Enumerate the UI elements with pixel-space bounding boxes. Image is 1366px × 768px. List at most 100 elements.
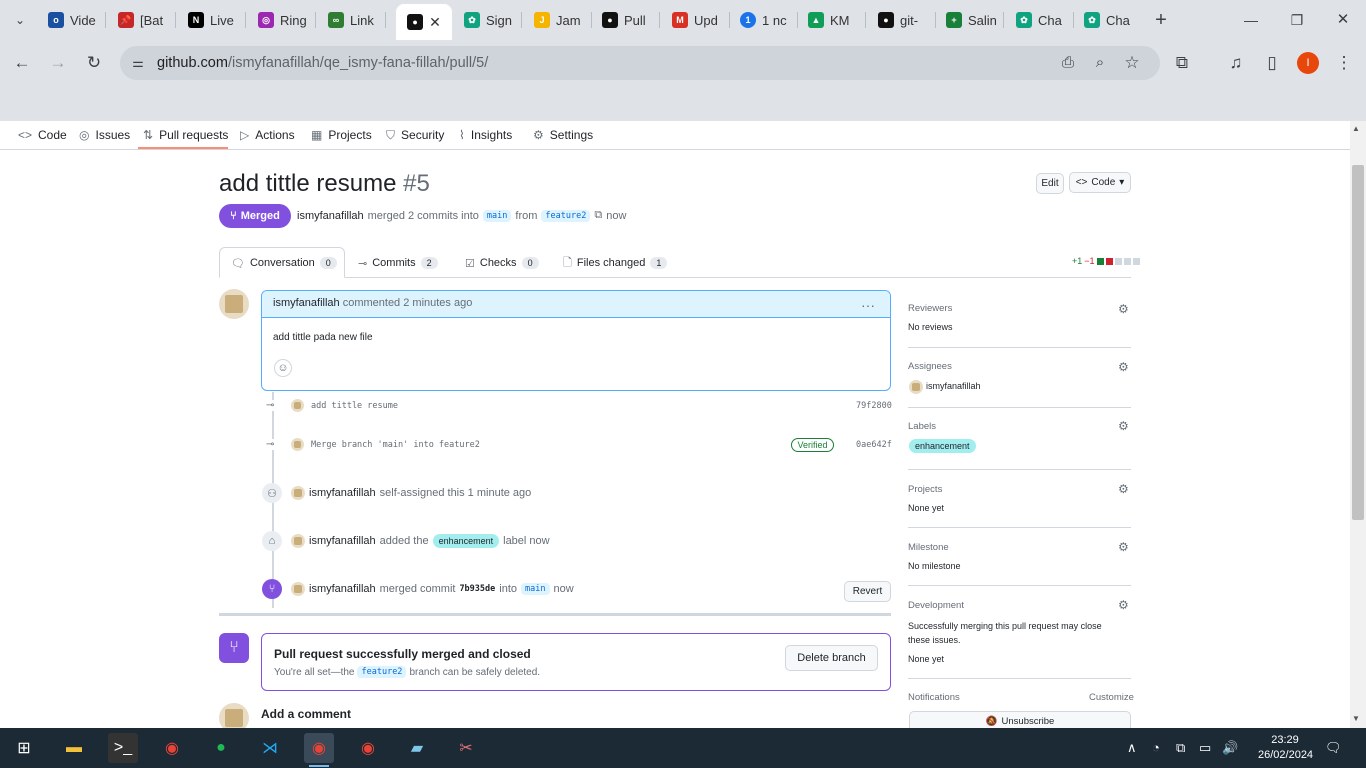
close-window-icon[interactable]: ✕ [1331, 8, 1355, 32]
side-panel-icon[interactable]: ▯ [1260, 51, 1284, 75]
browser-tab[interactable]: ◎ Ring [258, 8, 310, 32]
nav-pull-requests[interactable]: ⇅ Pull requests [143, 125, 228, 145]
merge-commit-sha[interactable]: 7b935de [459, 584, 495, 594]
revert-button[interactable]: Revert [844, 581, 891, 602]
battery-icon[interactable]: ▭ [1199, 740, 1211, 756]
avatar[interactable] [219, 289, 249, 319]
nav-actions[interactable]: ▷ Actions [240, 125, 295, 145]
tab-checks[interactable]: ☑ Checks 0 [465, 255, 539, 271]
browser-tab[interactable]: ● Pull [602, 8, 654, 32]
chrome-icon[interactable]: ◉ [157, 733, 187, 763]
spotify-icon[interactable]: ● [206, 733, 236, 763]
back-arrow-icon[interactable]: ← [10, 51, 34, 75]
label-badge[interactable]: enhancement [432, 534, 500, 548]
event-user[interactable]: ismyfanafillah [309, 583, 376, 595]
volume-icon[interactable]: 🔊 [1222, 740, 1238, 756]
gear-icon[interactable]: ⚙ [1118, 540, 1129, 554]
browser-tab[interactable]: + Salin [946, 8, 998, 32]
gear-icon[interactable]: ⚙ [1118, 598, 1129, 612]
chrome-profile-icon[interactable]: ◉ [304, 733, 334, 763]
notepad-icon[interactable]: ▰ [402, 733, 432, 763]
browser-tab[interactable]: ▲ KM [808, 8, 860, 32]
browser-tab[interactable]: M Upd [672, 8, 724, 32]
browser-tab[interactable]: ∞ Link [328, 8, 380, 32]
avatar[interactable] [291, 582, 305, 596]
close-tab-icon[interactable]: ✕ [429, 14, 441, 31]
nav-projects[interactable]: ▦ Projects [311, 125, 372, 145]
scrollbar-thumb[interactable] [1352, 165, 1364, 520]
avatar[interactable] [909, 380, 923, 394]
tab-search-chevron-icon[interactable]: ⌄ [8, 8, 32, 32]
sidebar-milestone-title[interactable]: Milestone [908, 542, 949, 553]
tab-files-changed[interactable]: 🗋 Files changed 1 [563, 255, 668, 271]
snipping-tool-icon[interactable]: ✂ [451, 733, 481, 763]
sidebar-development-title[interactable]: Development [908, 600, 964, 611]
gear-icon[interactable]: ⚙ [1118, 482, 1129, 496]
nav-settings[interactable]: ⚙ Settings [533, 125, 593, 145]
customize-link[interactable]: Customize [1089, 692, 1134, 703]
gear-icon[interactable]: ⚙ [1118, 360, 1129, 374]
extensions-puzzle-icon[interactable]: ⧉ [1170, 51, 1194, 75]
wifi-icon[interactable]: ◔ [1152, 740, 1160, 755]
avatar[interactable] [291, 534, 305, 548]
browser-tab-active[interactable]: ● ✕ [396, 4, 452, 40]
bookmark-star-icon[interactable]: ☆ [1120, 51, 1144, 75]
base-branch[interactable]: main [482, 209, 512, 222]
nav-issues[interactable]: ◎ Issues [79, 125, 130, 145]
vscode-icon[interactable]: ⋊ [255, 733, 285, 763]
avatar[interactable] [291, 399, 304, 412]
notification-center-icon[interactable]: 🗨 [1325, 740, 1342, 756]
commit-sha[interactable]: 0ae642f [856, 440, 892, 450]
sidebar-labels-title[interactable]: Labels [908, 421, 936, 432]
tab-commits[interactable]: ⊸ Commits 2 [358, 255, 438, 271]
browser-tab[interactable]: N Live [188, 8, 240, 32]
code-dropdown-button[interactable]: <> Code ▾ [1069, 172, 1131, 193]
file-explorer-icon[interactable]: ▬ [59, 733, 89, 763]
gear-icon[interactable]: ⚙ [1118, 419, 1129, 433]
profile-avatar[interactable]: I [1297, 52, 1319, 74]
verified-badge[interactable]: Verified [791, 438, 834, 452]
branch-label[interactable]: feature2 [357, 666, 407, 678]
copy-icon[interactable]: ⧉ [594, 209, 602, 222]
forward-arrow-icon[interactable]: → [46, 51, 70, 75]
browser-tab[interactable]: ✿ Sign [464, 8, 516, 32]
sidebar-reviewers-title[interactable]: Reviewers [908, 303, 952, 314]
comment-author[interactable]: ismyfanafillah [273, 297, 340, 309]
browser-tab[interactable]: 1 1 nc [740, 8, 792, 32]
tray-chevron-icon[interactable]: ∧ [1127, 740, 1137, 756]
browser-tab[interactable]: ● git- [878, 8, 930, 32]
media-control-icon[interactable]: ♫ [1224, 51, 1248, 75]
browser-tab[interactable]: J Jam [534, 8, 586, 32]
edit-button[interactable]: Edit [1036, 173, 1064, 194]
nav-code[interactable]: <> Code [18, 125, 67, 145]
restore-icon[interactable]: ❐ [1285, 8, 1309, 32]
network-icon[interactable]: ⧉ [1176, 740, 1185, 756]
clock[interactable]: 23:29 26/02/2024 [1258, 733, 1313, 763]
windows-start-icon[interactable]: ⊞ [9, 733, 39, 763]
sidebar-projects-title[interactable]: Projects [908, 484, 942, 495]
tab-conversation[interactable]: 🗨 Conversation 0 [231, 255, 337, 271]
comment-options-icon[interactable]: ··· [861, 297, 875, 313]
sidebar-assignees-title[interactable]: Assignees [908, 361, 952, 372]
new-tab-plus-icon[interactable]: + [1149, 8, 1173, 32]
browser-tab[interactable]: 📌 [Bat [118, 8, 170, 32]
nav-insights[interactable]: ⌇ Insights [459, 125, 512, 145]
chrome-profile-icon[interactable]: ◉ [353, 733, 383, 763]
commit-message[interactable]: Merge branch 'main' into feature2 [311, 440, 480, 450]
scroll-down-arrow-icon[interactable]: ▼ [1352, 714, 1360, 723]
branch-label[interactable]: main [521, 583, 550, 595]
browser-menu-icon[interactable]: ⋮ [1332, 51, 1356, 75]
url-text[interactable]: github.com/ismyfanafillah/qe_ismy-fana-f… [157, 55, 488, 71]
minimize-icon[interactable]: — [1239, 8, 1263, 32]
scroll-up-arrow-icon[interactable]: ▲ [1352, 124, 1360, 133]
author-link[interactable]: ismyfanafillah [297, 210, 364, 222]
delete-branch-button[interactable]: Delete branch [785, 645, 878, 671]
install-app-icon[interactable]: ⎙ [1056, 51, 1080, 75]
zoom-icon[interactable]: ⌕ [1088, 51, 1112, 75]
avatar[interactable] [291, 438, 304, 451]
reload-icon[interactable]: ↻ [82, 51, 106, 75]
site-info-icon[interactable]: ⚌ [126, 51, 150, 75]
nav-security[interactable]: ⛉ Security [386, 125, 444, 145]
commit-message[interactable]: add tittle resume [311, 401, 398, 411]
head-branch[interactable]: feature2 [541, 209, 591, 222]
